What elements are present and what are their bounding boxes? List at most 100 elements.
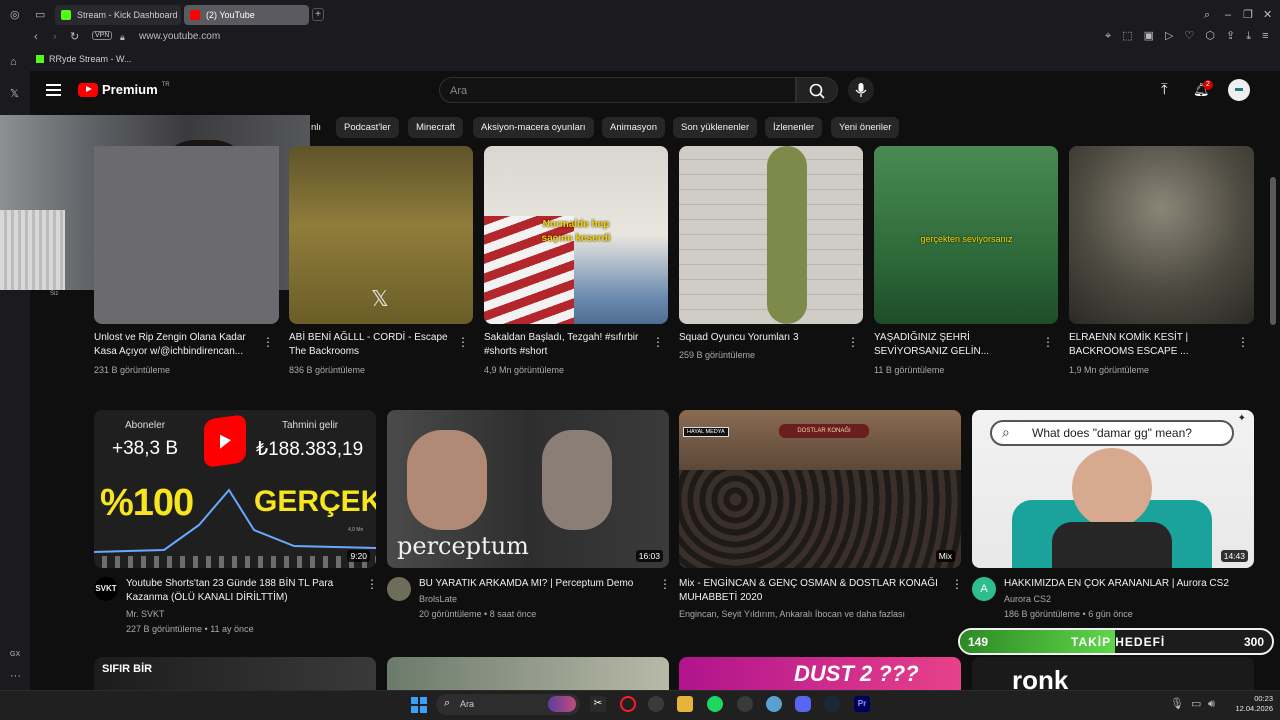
upload-icon[interactable]: ⤒ — [1161, 81, 1168, 98]
more-options-icon[interactable]: ⋮ — [652, 335, 664, 349]
gx-label: GX — [10, 651, 21, 658]
channel-name-1[interactable]: Mr. SVKT — [126, 608, 165, 620]
tab-youtube[interactable]: (2) YouTube — [184, 5, 309, 25]
opera-gx-icon[interactable] — [620, 696, 636, 712]
home-icon[interactable]: ⌂ — [10, 56, 17, 68]
channel-name-3[interactable]: Engincan, Seyit Yıldırım, Ankaralı İboca… — [679, 608, 905, 620]
forward-icon[interactable]: › — [53, 31, 57, 43]
more-options-icon[interactable]: ⋮ — [847, 335, 859, 349]
search-input[interactable]: Ara — [439, 77, 796, 103]
share-icon[interactable]: ⇪ — [1226, 30, 1235, 42]
channel-avatar[interactable]: A — [972, 577, 996, 601]
short-thumbnail-4[interactable] — [679, 146, 863, 324]
new-tab-button[interactable]: + — [312, 8, 324, 21]
video-title-4[interactable]: HAKKIMIZDA EN ÇOK ARANANLAR | Aurora CS2 — [1004, 577, 1250, 591]
short-title-4[interactable]: Squad Oyuncu Yorumları 3 — [679, 331, 845, 345]
heart-icon[interactable]: ♡ — [1184, 30, 1194, 42]
video-thumbnail-8[interactable]: ronk — [972, 657, 1254, 690]
video-thumbnail-5[interactable]: SIFIR BİR — [94, 657, 376, 690]
discord-icon[interactable] — [795, 696, 811, 712]
channel-name-4[interactable]: Aurora CS2 — [1004, 593, 1051, 605]
tab-kick-dashboard[interactable]: Stream - Kick Dashboard — [55, 5, 181, 25]
video-thumbnail-1[interactable]: Aboneler +38,3 B Tahmini gelir ₺188.383,… — [94, 410, 376, 568]
more-options-icon[interactable]: ⋮ — [366, 577, 378, 591]
more-options-icon[interactable]: ⋮ — [262, 335, 274, 349]
voice-search-button[interactable] — [848, 77, 874, 103]
video-title-2[interactable]: BU YARATIK ARKAMDA MI? | Perceptum Demo — [419, 577, 651, 591]
clock[interactable]: 00:23 12.04.2026 — [1227, 694, 1273, 714]
video-thumbnail-6[interactable] — [387, 657, 669, 690]
pin-icon[interactable]: ⌖ — [1105, 30, 1111, 42]
chip-podcasts[interactable]: Podcast'ler — [336, 117, 399, 138]
maximize-icon[interactable]: ❐ — [1243, 9, 1253, 21]
video-title-1[interactable]: Youtube Shorts'tan 23 Günde 188 BİN TL P… — [126, 577, 358, 605]
opera-gx-logo-icon[interactable]: ◎ — [10, 9, 20, 21]
reload-icon[interactable]: ↻ — [70, 31, 79, 43]
play-icon[interactable]: ▷ — [1165, 30, 1173, 42]
channel-avatar[interactable]: SVKT — [94, 577, 118, 601]
download-icon[interactable]: ⤓ — [1246, 30, 1251, 42]
video-title-3[interactable]: Mix - ENGİNCAN & GENÇ OSMAN & DOSTLAR KO… — [679, 577, 941, 605]
channel-avatar[interactable] — [387, 577, 411, 601]
more-options-icon[interactable]: ⋮ — [1237, 335, 1249, 349]
bookmark-item[interactable]: RRyde Stream - W... — [36, 54, 132, 64]
minimize-icon[interactable]: – — [1225, 9, 1231, 21]
chip-recently-uploaded[interactable]: Son yüklenenler — [673, 117, 758, 138]
obs-icon[interactable] — [648, 696, 664, 712]
short-thumbnail-3[interactable]: Normalde hep saçımı keserdi — [484, 146, 668, 324]
account-avatar[interactable] — [1228, 79, 1250, 101]
chip-watched[interactable]: İzlenenler — [765, 117, 823, 138]
chip-partial[interactable]: nlı — [311, 122, 321, 133]
video-thumbnail-4[interactable]: What does "damar gg" mean? ⌕ ✦ 14:43 — [972, 410, 1254, 568]
close-window-icon[interactable]: ✕ — [1263, 9, 1272, 21]
x-twitter-icon[interactable]: 𝕏 — [10, 88, 19, 100]
camera-icon[interactable]: ▣ — [1144, 30, 1154, 42]
chip-new-recommendations[interactable]: Yeni öneriler — [831, 117, 900, 138]
menu-icon[interactable]: ≡ — [1262, 30, 1268, 42]
chip-minecraft[interactable]: Minecraft — [408, 117, 464, 138]
short-thumbnail-5[interactable]: gerçekten seviyorsanız — [874, 146, 1058, 324]
youtube-premium-logo[interactable]: Premium TR — [78, 82, 170, 97]
back-icon[interactable]: ‹ — [34, 31, 38, 43]
chip-animation[interactable]: Animasyon — [602, 117, 665, 138]
extensions-icon[interactable]: ⬡ — [1205, 30, 1215, 42]
short-thumbnail-6[interactable] — [1069, 146, 1254, 324]
aurora-logo-icon: ✦ — [1237, 413, 1246, 424]
file-explorer-icon[interactable] — [677, 696, 693, 712]
steam-icon[interactable] — [824, 696, 840, 712]
short-thumbnail-1[interactable] — [94, 146, 279, 324]
video-thumbnail-7[interactable]: DUST 2 ??? — [679, 657, 961, 690]
short-title-2[interactable]: ABİ BENİ AĞLLL - CORDİ - Escape The Back… — [289, 331, 455, 359]
obs-studio-icon[interactable] — [737, 696, 753, 712]
chip-action-adventure[interactable]: Aksiyon-macera oyunları — [473, 117, 594, 138]
hamburger-menu-icon[interactable] — [46, 84, 61, 96]
capcut-icon[interactable]: ✂ — [590, 696, 606, 712]
video-thumbnail-2[interactable]: perceptum 16:03 — [387, 410, 669, 568]
channel-name-2[interactable]: BrolsLate — [419, 593, 457, 605]
short-title-5[interactable]: YAŞADIĞINIZ ŞEHRİ SEVİYORSANIZ GELİN... — [874, 331, 1040, 359]
snapshot-icon[interactable]: ⬚ — [1122, 30, 1132, 42]
short-title-6[interactable]: ELRAENN KOMİK KESİT | BACKROOMS ESCAPE .… — [1069, 331, 1235, 359]
premiere-pro-icon[interactable]: Pr — [854, 696, 870, 712]
more-options-icon[interactable]: ⋮ — [457, 335, 469, 349]
tab-switcher-icon[interactable]: ▭ — [35, 9, 45, 21]
network-icon[interactable]: ▭ — [1191, 698, 1201, 710]
microphone-tray-icon[interactable]: 🎙︎ — [1170, 698, 1184, 710]
settings-gear-icon[interactable] — [766, 696, 782, 712]
short-title-3[interactable]: Sakaldan Başladı, Tezgah! #sıfırbir #sho… — [484, 331, 650, 359]
vpn-badge[interactable]: VPN — [92, 31, 113, 40]
spotify-icon[interactable] — [707, 696, 723, 712]
scrollbar-thumb[interactable] — [1270, 177, 1276, 325]
volume-icon[interactable]: 🔊︎ — [1208, 698, 1215, 710]
more-options-icon[interactable]: ⋮ — [951, 577, 963, 591]
more-options-icon[interactable]: ⋮ — [1042, 335, 1054, 349]
more-icon[interactable]: ··· — [10, 670, 21, 682]
short-thumbnail-2[interactable]: 𝕏 — [289, 146, 473, 324]
more-options-icon[interactable]: ⋮ — [659, 577, 671, 591]
search-button[interactable] — [796, 77, 838, 103]
url-field[interactable]: www.youtube.com — [139, 31, 220, 42]
search-tabs-icon[interactable]: ⌕ — [1204, 9, 1210, 21]
windows-start-icon[interactable] — [411, 697, 427, 713]
video-thumbnail-3[interactable]: HAYAL MEDYA DOSTLAR KONAĞI Mix — [679, 410, 961, 568]
short-title-1[interactable]: Unlost ve Rip Zengin Olana Kadar Kasa Aç… — [94, 331, 260, 359]
